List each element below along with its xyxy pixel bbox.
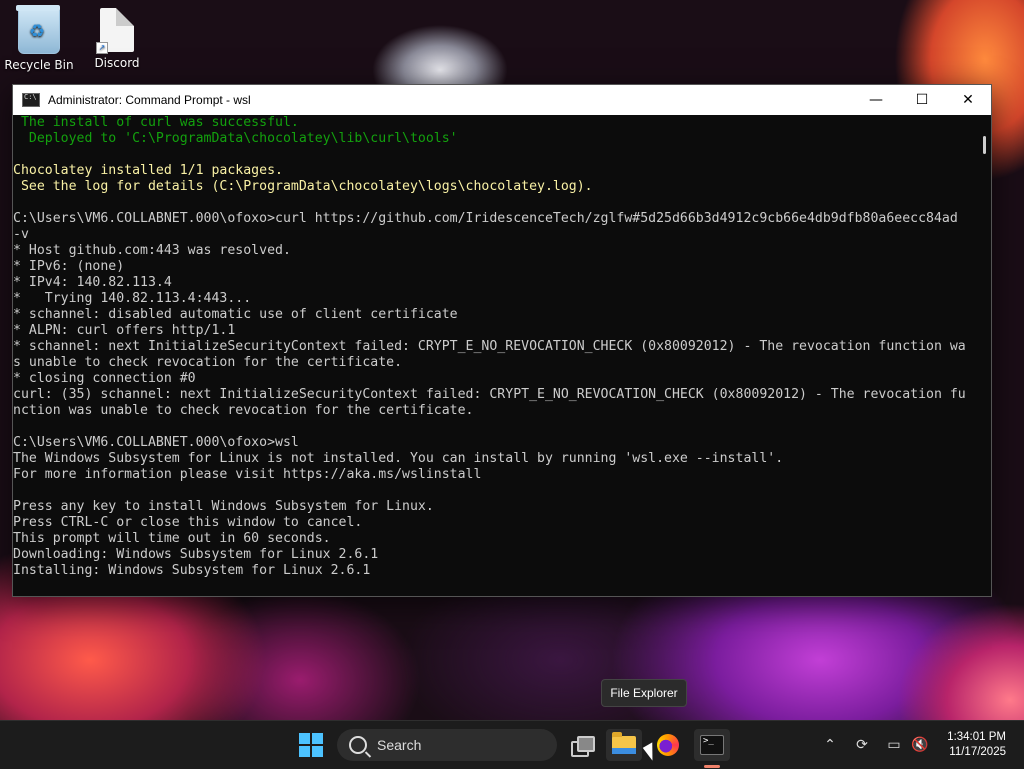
console-line: s unable to check revocation for the cer…: [13, 355, 403, 370]
windows-logo-icon: [299, 733, 310, 744]
file-explorer-tooltip: File Explorer: [601, 679, 687, 707]
console-line: C:\Users\VM6.COLLABNET.000\ofoxo>wsl: [13, 435, 299, 450]
console-line: Press any key to install Windows Subsyst…: [13, 499, 434, 514]
volume-muted-icon: 🔇: [911, 737, 929, 753]
console-line: See the log for details (C:\ProgramData\…: [13, 179, 593, 194]
show-hidden-icons-button[interactable]: ⌃: [818, 733, 842, 757]
network-icon: ▭: [887, 737, 901, 753]
console-line: Press CTRL-C or close this window to can…: [13, 515, 363, 530]
console-line: For more information please visit https:…: [13, 467, 482, 482]
volume-button[interactable]: 🔇: [908, 733, 932, 757]
network-button[interactable]: ▭: [882, 733, 906, 757]
console-line: * Trying 140.82.113.4:443...: [13, 291, 252, 306]
console-line: nction was unable to check revocation fo…: [13, 403, 474, 418]
console-line: * IPv6: (none): [13, 259, 125, 274]
console-line: curl: (35) schannel: next InitializeSecu…: [13, 387, 966, 402]
window-title: Administrator: Command Prompt - wsl: [48, 93, 251, 107]
console-line: * Host github.com:443 was resolved.: [13, 243, 291, 258]
command-prompt-window[interactable]: Administrator: Command Prompt - wsl — ☐ …: [12, 84, 992, 597]
taskbar: Search ⌃ ⟳ ▭ 🔇 1:34:01 PM 11/17/2025: [0, 720, 1024, 769]
maximize-icon: ☐: [915, 92, 929, 108]
close-icon: ✕: [962, 92, 974, 108]
console-line: * closing connection #0: [13, 371, 196, 386]
console-line: Chocolatey installed 1/1 packages.: [13, 163, 283, 178]
search-label: Search: [377, 737, 422, 753]
start-button[interactable]: [299, 733, 323, 757]
console-line: * IPv4: 140.82.113.4: [13, 275, 172, 290]
clock-date: 11/17/2025: [949, 746, 1006, 758]
terminal-button[interactable]: [694, 729, 730, 761]
console-line: * schannel: next InitializeSecurityConte…: [13, 339, 966, 354]
console-line: Downloading: Windows Subsystem for Linux…: [13, 547, 379, 562]
console-line: The Windows Subsystem for Linux is not i…: [13, 451, 784, 466]
console-line: The install of curl was successful.: [13, 115, 299, 130]
console-line: * schannel: disabled automatic use of cl…: [13, 307, 458, 322]
command-prompt-icon: [22, 93, 40, 107]
firefox-icon: [657, 734, 679, 756]
console-line: This prompt will time out in 60 seconds.: [13, 531, 331, 546]
discord-label: Discord: [94, 56, 140, 70]
chevron-up-icon: ⌃: [824, 737, 836, 753]
minimize-button[interactable]: —: [853, 85, 899, 115]
clock-time: 1:34:01 PM: [947, 731, 1006, 743]
discord-desktop-icon[interactable]: ↗ Discord: [81, 8, 153, 70]
minimize-icon: —: [869, 92, 883, 108]
task-view-button[interactable]: [563, 729, 599, 761]
recycle-bin-label: Recycle Bin: [4, 58, 74, 72]
folder-icon: [612, 732, 636, 754]
sync-alert-icon: ⟳: [856, 737, 868, 753]
file-explorer-button[interactable]: [606, 729, 642, 761]
terminal-icon: [700, 735, 724, 755]
console-line: Deployed to 'C:\ProgramData\chocolatey\l…: [13, 131, 458, 146]
console-line: * ALPN: curl offers http/1.1: [13, 323, 236, 338]
discord-shortcut-icon: ↗: [96, 8, 134, 54]
clock[interactable]: 1:34:01 PM 11/17/2025: [947, 730, 1006, 760]
recycle-bin-desktop-icon[interactable]: ♻ Recycle Bin: [3, 5, 75, 72]
sync-status-button[interactable]: ⟳: [850, 733, 874, 757]
maximize-button[interactable]: ☐: [899, 85, 945, 115]
console-scrollbar[interactable]: [979, 115, 991, 596]
console-line: -v: [13, 227, 29, 242]
console-line: C:\Users\VM6.COLLABNET.000\ofoxo>curl ht…: [13, 211, 958, 226]
search-icon: [349, 736, 367, 754]
taskbar-search[interactable]: Search: [337, 729, 557, 761]
recycle-bin-icon: ♻: [16, 5, 60, 54]
scrollbar-thumb[interactable]: [983, 136, 986, 154]
close-button[interactable]: ✕: [945, 85, 991, 115]
console-output[interactable]: The install of curl was successful. Depl…: [13, 115, 979, 596]
window-titlebar[interactable]: Administrator: Command Prompt - wsl — ☐ …: [13, 85, 991, 115]
console-line: Installing: Windows Subsystem for Linux …: [13, 563, 371, 578]
